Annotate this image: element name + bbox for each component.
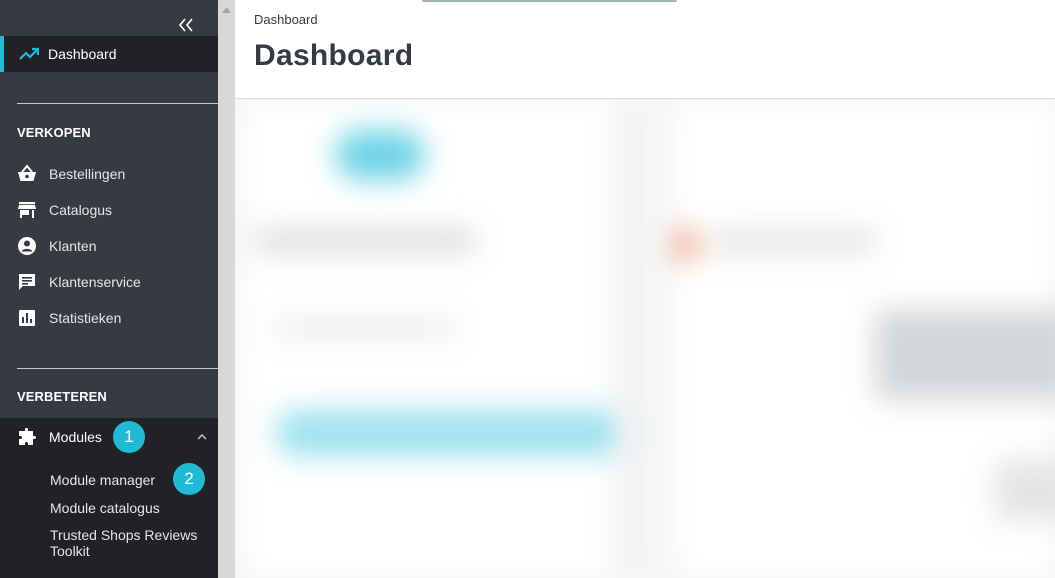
blurred-panel <box>243 100 663 578</box>
step-badge: 1 <box>113 421 145 453</box>
sidebar-item-label: Klantenservice <box>49 274 141 290</box>
page-header: Dashboard Dashboard <box>235 0 1055 99</box>
sidebar-item-statistieken[interactable]: Statistieken <box>0 300 218 336</box>
page-title: Dashboard <box>254 39 414 72</box>
sidebar-divider <box>17 368 218 369</box>
puzzle-icon <box>19 427 36 445</box>
account-circle-icon <box>18 237 36 255</box>
sidebar-item-label: Statistieken <box>49 310 122 326</box>
blurred-dot <box>665 230 705 260</box>
section-title-verbeteren: VERBETEREN <box>17 389 107 404</box>
double-chevron-left-icon <box>178 18 193 32</box>
submenu-module-manager[interactable]: Module manager <box>50 472 155 488</box>
blurred-block <box>875 310 1055 400</box>
scroll-up-arrow-icon[interactable] <box>222 6 231 13</box>
sidebar-item-modules[interactable]: Modules <box>0 418 218 456</box>
sidebar-item-catalogus[interactable]: Catalogus <box>0 192 218 228</box>
collapse-sidebar-button[interactable] <box>176 15 196 35</box>
sidebar-item-klantenservice[interactable]: Klantenservice <box>0 264 218 300</box>
sidebar-item-label: Bestellingen <box>49 166 126 182</box>
shopping-basket-icon <box>18 164 36 181</box>
sidebar-item-klanten[interactable]: Klanten <box>0 228 218 264</box>
trending-up-icon <box>19 47 39 60</box>
modules-menu: Modules 1 Module manager 2 Module catalo… <box>0 418 218 578</box>
sidebar-divider <box>17 103 218 104</box>
scrollbar[interactable] <box>218 0 235 578</box>
section-title-verkopen: VERKOPEN <box>17 125 91 140</box>
bar-chart-icon <box>19 310 35 326</box>
header-top-bar <box>422 0 677 2</box>
submenu-trusted-shops[interactable]: Trusted Shops Reviews Toolkit <box>50 527 200 559</box>
sidebar-item-label: Klanten <box>49 238 97 254</box>
sidebar: Dashboard VERKOPEN Bestellingen Catalogu… <box>0 0 218 578</box>
blurred-text <box>255 230 475 252</box>
store-icon <box>18 202 36 218</box>
sidebar-item-dashboard[interactable]: Dashboard <box>0 36 218 72</box>
blurred-button <box>335 130 425 180</box>
breadcrumb[interactable]: Dashboard <box>254 12 318 27</box>
sidebar-item-label: Dashboard <box>48 46 117 62</box>
sidebar-item-bestellingen[interactable]: Bestellingen <box>0 156 218 192</box>
blurred-text <box>275 320 455 336</box>
submenu-module-catalogus[interactable]: Module catalogus <box>50 500 160 516</box>
chat-icon <box>19 274 35 290</box>
sidebar-item-label: Modules <box>49 429 102 445</box>
blurred-divider <box>615 100 655 578</box>
blurred-text <box>715 230 875 252</box>
sidebar-item-label: Catalogus <box>49 202 113 218</box>
blurred-button <box>275 410 635 456</box>
blurred-block <box>995 460 1055 520</box>
chevron-up-icon[interactable] <box>195 430 209 444</box>
step-badge: 2 <box>173 463 205 495</box>
blurred-dashboard-content <box>235 100 1055 578</box>
